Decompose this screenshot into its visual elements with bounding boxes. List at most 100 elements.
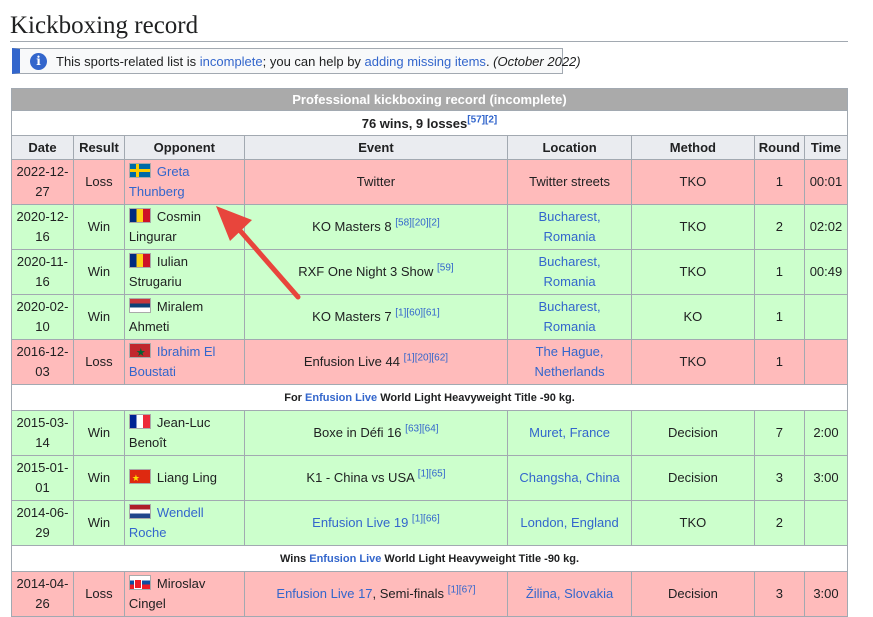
time-cell: 3:00 bbox=[803, 455, 849, 501]
table-row: 2015-01-01Win Liang Ling K1 - China vs USA… bbox=[11, 455, 849, 501]
method-cell: TKO bbox=[631, 249, 755, 295]
location-name[interactable]: Bucharest, Romania bbox=[538, 254, 600, 289]
time-cell: 3:00 bbox=[803, 571, 849, 617]
flag-icon bbox=[128, 163, 151, 178]
summary-refs[interactable]: [57][2] bbox=[467, 114, 497, 125]
round-cell: 1 bbox=[753, 339, 805, 385]
event-cell: Enfusion Live 44 [1][20][62] bbox=[243, 339, 509, 385]
info-icon: i bbox=[30, 53, 47, 70]
event-refs[interactable]: [59] bbox=[437, 263, 454, 274]
table-row: 2014-04-26 Loss Miroslav Cingel Enfusion Li… bbox=[11, 571, 849, 617]
location-cell: Muret, France bbox=[507, 410, 632, 456]
column-header: Round bbox=[753, 135, 805, 160]
event-cell: Boxe in Défi 16 [63][64] bbox=[243, 410, 509, 456]
opponent-cell: Cosmin Lingurar bbox=[123, 204, 245, 250]
table-row: 2020-02-10 Win Miralem Ahmeti KO Masters 7 … bbox=[11, 294, 849, 340]
flag-icon bbox=[128, 298, 151, 313]
column-header: Date bbox=[11, 135, 74, 160]
enfusion-live-link[interactable]: Enfusion Live bbox=[305, 392, 377, 404]
event-refs[interactable]: [1][66] bbox=[412, 514, 440, 525]
enfusion-live-link[interactable]: Enfusion Live bbox=[309, 553, 381, 565]
date-cell: 2022-12-27 bbox=[11, 159, 74, 205]
result-cell: Win bbox=[72, 204, 125, 250]
flag-icon bbox=[128, 575, 151, 590]
table-caption-row: Professional kickboxing record (incomple… bbox=[11, 88, 848, 111]
location-name: Twitter streets bbox=[529, 174, 611, 189]
date-cell: 2020-11-16 bbox=[11, 249, 74, 295]
column-header: Event bbox=[243, 135, 509, 160]
location-cell: London, England bbox=[507, 500, 632, 546]
method-cell: KO bbox=[631, 294, 755, 340]
title-note-row: Wins Enfusion Live World Light Heavyweig… bbox=[11, 545, 848, 572]
flag-icon bbox=[128, 414, 151, 429]
adding-missing-items-link[interactable]: adding missing items bbox=[365, 54, 486, 69]
result-cell: Loss bbox=[72, 571, 125, 617]
title-note-row: For Enfusion Live World Light Heavyweigh… bbox=[11, 384, 848, 411]
incomplete-link[interactable]: incomplete bbox=[200, 54, 263, 69]
location-cell: The Hague, Netherlands bbox=[507, 339, 632, 385]
table-row: 2020-11-16 Win Iulian Strugariu RXF One Nig… bbox=[11, 249, 849, 295]
round-cell: 2 bbox=[753, 204, 805, 250]
method-cell: Decision bbox=[631, 455, 755, 501]
method-cell: TKO bbox=[631, 500, 755, 546]
location-name[interactable]: Changsha, China bbox=[519, 470, 619, 485]
title-note: For Enfusion Live World Light Heavyweigh… bbox=[11, 384, 848, 411]
result-cell: Win bbox=[72, 249, 125, 295]
table-row: 2020-12-16 Win Cosmin Lingurar KO Masters 8… bbox=[11, 204, 849, 250]
column-header: Result bbox=[72, 135, 125, 160]
event-refs[interactable]: [1][65] bbox=[418, 469, 446, 480]
event-refs[interactable]: [1][67] bbox=[448, 585, 476, 596]
summary-row: 76 wins, 9 losses[57][2] bbox=[11, 110, 848, 136]
event-refs[interactable]: [58][20][2] bbox=[395, 218, 439, 229]
method-cell: TKO bbox=[631, 159, 755, 205]
opponent-cell: Miralem Ahmeti bbox=[123, 294, 245, 340]
event-name[interactable]: Enfusion Live 17 bbox=[276, 586, 372, 601]
event-refs[interactable]: [1][20][62] bbox=[404, 353, 448, 364]
notice-text: This sports-related list is incomplete; … bbox=[56, 54, 581, 69]
table-row: 2016-12-03LossIbrahim El BoustatiEnfusio… bbox=[11, 339, 849, 385]
round-cell: 1 bbox=[753, 294, 805, 340]
kickboxing-record-table: Professional kickboxing record (incomple… bbox=[11, 88, 849, 617]
column-header: Opponent bbox=[123, 135, 245, 160]
event-cell: KO Masters 7 [1][60][61] bbox=[243, 294, 509, 340]
location-name[interactable]: Bucharest, Romania bbox=[538, 209, 600, 244]
date-cell: 2014-06-29 bbox=[11, 500, 74, 546]
flag-icon bbox=[128, 253, 151, 268]
event-suffix: , Semi-finals bbox=[372, 586, 445, 601]
flag-icon bbox=[128, 504, 151, 519]
round-cell: 3 bbox=[753, 571, 805, 617]
result-cell: Win bbox=[72, 410, 125, 456]
opponent-cell: Ibrahim El Boustati bbox=[123, 339, 245, 385]
result-cell: Loss bbox=[72, 339, 125, 385]
result-cell: Loss bbox=[72, 159, 125, 205]
date-cell: 2016-12-03 bbox=[11, 339, 74, 385]
notice-middle: ; you can help by bbox=[262, 54, 365, 69]
location-name[interactable]: The Hague, Netherlands bbox=[535, 344, 605, 379]
location-cell: Bucharest, Romania bbox=[507, 294, 632, 340]
location-name[interactable]: Muret, France bbox=[529, 425, 610, 440]
event-cell: Enfusion Live 19 [1][66] bbox=[243, 500, 509, 546]
event-cell: Twitter bbox=[243, 159, 509, 205]
event-name[interactable]: Enfusion Live 19 bbox=[312, 515, 408, 530]
round-cell: 1 bbox=[753, 159, 805, 205]
event-name: RXF One Night 3 Show bbox=[298, 264, 434, 279]
location-name[interactable]: London, England bbox=[520, 515, 618, 530]
location-cell: Bucharest, Romania bbox=[507, 204, 632, 250]
opponent-name: Liang Ling bbox=[156, 470, 217, 485]
location-name[interactable]: Žilina, Slovakia bbox=[526, 586, 613, 601]
date-cell: 2015-03-14 bbox=[11, 410, 74, 456]
summary-text: 76 wins, 9 losses bbox=[361, 115, 468, 131]
event-name: Twitter bbox=[356, 174, 396, 189]
note-suffix: World Light Heavyweight Title -90 kg. bbox=[381, 552, 579, 565]
incomplete-list-notice: i This sports-related list is incomplete… bbox=[12, 48, 581, 74]
result-cell: Win bbox=[72, 500, 125, 546]
date-cell: 2020-02-10 bbox=[11, 294, 74, 340]
date-cell: 2020-12-16 bbox=[11, 204, 74, 250]
location-name[interactable]: Bucharest, Romania bbox=[538, 299, 600, 334]
event-cell: K1 - China vs USA [1][65] bbox=[243, 455, 509, 501]
column-header: Method bbox=[631, 135, 755, 160]
event-refs[interactable]: [63][64] bbox=[405, 424, 438, 435]
round-cell: 1 bbox=[753, 249, 805, 295]
table-row: 2014-06-29 Win Wendell Roche Enfusion Live … bbox=[11, 500, 849, 546]
event-refs[interactable]: [1][60][61] bbox=[395, 308, 439, 319]
